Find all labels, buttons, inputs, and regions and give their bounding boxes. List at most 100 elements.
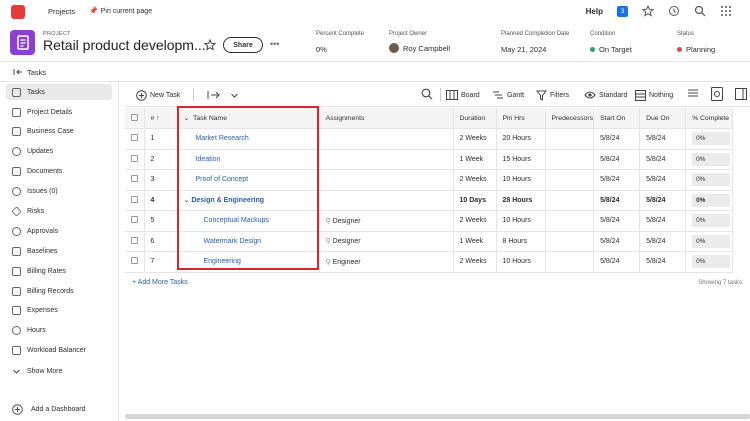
horizontal-scrollbar[interactable] [125, 414, 750, 419]
table-row[interactable]: 2 Ideation 1 Week 15 Hours 5/8/24 5/8/24 0% [125, 149, 734, 170]
settings-icon[interactable] [711, 87, 723, 101]
select-all-checkbox[interactable] [125, 108, 145, 129]
task-start-on[interactable]: 5/8/24 [593, 190, 641, 211]
column-header-duration[interactable]: Duration [453, 108, 497, 129]
task-percent-complete[interactable]: 0% [685, 210, 734, 232]
task-planned-hours[interactable]: 10 Hours [496, 251, 546, 273]
sidebar-show-more[interactable]: Show More [6, 363, 112, 379]
sidebar-item-workload-balancer[interactable]: Workload Balancer [6, 342, 112, 358]
task-percent-complete[interactable]: 0% [685, 231, 734, 252]
app-grid-icon[interactable] [720, 5, 732, 17]
view-standard-button[interactable]: Standard [584, 90, 627, 100]
task-assignment[interactable] [319, 149, 454, 170]
field-value[interactable]: On Target [599, 45, 632, 54]
export-button[interactable] [207, 90, 239, 100]
task-duration[interactable]: 2 Weeks [453, 128, 497, 150]
task-assignment[interactable]: ⚲ Designer [319, 231, 454, 252]
sidebar-item-updates[interactable]: Updates [6, 143, 112, 159]
task-start-on[interactable]: 5/8/24 [593, 128, 641, 150]
task-name[interactable]: Market Research [177, 128, 320, 150]
history-icon[interactable] [668, 5, 680, 17]
task-assignment[interactable]: ⚲ Engineer [319, 251, 454, 273]
task-planned-hours[interactable]: 8 Hours [496, 231, 546, 252]
column-header-assignments[interactable]: Assignments [319, 108, 454, 129]
task-due-on[interactable]: 5/8/24 [639, 210, 687, 232]
column-header-predecessors[interactable]: Predecessors [545, 108, 595, 129]
row-checkbox[interactable] [125, 128, 145, 150]
task-assignment[interactable] [319, 128, 454, 150]
task-percent-complete[interactable]: 0% [685, 169, 734, 191]
task-predecessors[interactable] [545, 251, 595, 273]
sidebar-item-hours[interactable]: Hours [6, 322, 112, 338]
task-predecessors[interactable] [545, 128, 595, 150]
column-header-due-on[interactable]: Due On [639, 108, 687, 129]
task-planned-hours[interactable]: 28 Hours [496, 190, 546, 211]
sidebar-item-business-case[interactable]: Business Case [6, 123, 112, 139]
search-icon[interactable] [694, 5, 706, 17]
task-duration[interactable]: 10 Days [453, 190, 497, 211]
task-due-on[interactable]: 5/8/24 [639, 190, 687, 211]
task-start-on[interactable]: 5/8/24 [593, 210, 641, 232]
sidebar-item-documents[interactable]: Documents [6, 163, 112, 179]
row-checkbox[interactable] [125, 210, 145, 232]
row-checkbox[interactable] [125, 149, 145, 170]
task-predecessors[interactable] [545, 149, 595, 170]
column-header-planned-hours[interactable]: Pln Hrs [496, 108, 546, 129]
column-header-task-name[interactable]: ⌄ Task Name [177, 108, 320, 129]
more-options-icon[interactable]: ••• [270, 39, 279, 49]
board-view-button[interactable]: Board [446, 90, 480, 100]
field-value[interactable]: Planning [686, 45, 715, 54]
column-header-start-on[interactable]: Start On [593, 108, 641, 129]
table-row[interactable]: 6 Watermark Design ⚲ Designer 1 Week 8 Hours… [125, 231, 734, 252]
sidebar-item-project-details[interactable]: Project Details [6, 104, 112, 120]
table-row[interactable]: 1 Market Research 2 Weeks 20 Hours 5/8/24 5/8… [125, 128, 734, 150]
table-row[interactable]: 4 ⌄ Design & Engineering 10 Days 28 Hours 5/… [125, 190, 734, 211]
task-predecessors[interactable] [545, 169, 595, 191]
pin-current-page-button[interactable]: 📌 Pin current page [89, 7, 152, 16]
task-predecessors[interactable] [545, 190, 595, 211]
sidebar-item-billing-records[interactable]: Billing Records [6, 283, 112, 299]
task-predecessors[interactable] [545, 231, 595, 252]
search-icon[interactable] [421, 88, 433, 100]
column-header-percent-complete[interactable]: % Complete [685, 108, 734, 129]
app-logo-icon[interactable] [11, 5, 25, 19]
task-assignment[interactable]: ⚲ Designer [319, 210, 454, 232]
nav-projects[interactable]: Projects [48, 7, 75, 16]
row-checkbox[interactable] [125, 169, 145, 191]
sidebar-item-expenses[interactable]: Expenses [6, 302, 112, 318]
task-start-on[interactable]: 5/8/24 [593, 251, 641, 273]
add-more-tasks-link[interactable]: + Add More Tasks [132, 279, 188, 286]
task-name[interactable]: Proof of Concept [177, 169, 320, 191]
collapse-sidebar-icon[interactable] [13, 68, 23, 76]
gantt-view-button[interactable]: Gantt [492, 90, 524, 100]
grouping-nothing-button[interactable]: Nothing [635, 90, 673, 101]
task-start-on[interactable]: 5/8/24 [593, 149, 641, 170]
task-due-on[interactable]: 5/8/24 [639, 231, 687, 252]
sidebar-item-approvals[interactable]: Approvals [6, 223, 112, 239]
task-duration[interactable]: 2 Weeks [453, 169, 497, 191]
task-start-on[interactable]: 5/8/24 [593, 231, 641, 252]
task-duration[interactable]: 1 Week [453, 231, 497, 252]
task-predecessors[interactable] [545, 210, 595, 232]
task-percent-complete[interactable]: 0% [685, 251, 734, 273]
task-percent-complete[interactable]: 0% [685, 190, 734, 211]
sidebar-item-baselines[interactable]: Baselines [6, 243, 112, 259]
task-duration[interactable]: 2 Weeks [453, 210, 497, 232]
task-assignment[interactable] [319, 190, 454, 211]
sidebar-item-billing-rates[interactable]: Billing Rates [6, 263, 112, 279]
row-checkbox[interactable] [125, 251, 145, 273]
task-duration[interactable]: 2 Weeks [453, 251, 497, 273]
task-start-on[interactable]: 5/8/24 [593, 169, 641, 191]
sidebar-item-tasks[interactable]: Tasks [6, 84, 112, 100]
task-assignment[interactable] [319, 169, 454, 191]
favorite-star-icon[interactable] [204, 39, 216, 51]
table-row[interactable]: 3 Proof of Concept 2 Weeks 10 Hours 5/8/24 5/… [125, 169, 734, 191]
help-button[interactable]: Help [586, 7, 603, 16]
list-icon[interactable] [687, 89, 699, 99]
task-name[interactable]: Conceptual Mackups [177, 210, 320, 232]
sidebar-item-issues[interactable]: Issues (0) [6, 183, 112, 199]
task-due-on[interactable]: 5/8/24 [639, 169, 687, 191]
task-name[interactable]: ⌄ Design & Engineering [177, 190, 320, 211]
task-planned-hours[interactable]: 10 Hours [496, 210, 546, 232]
task-due-on[interactable]: 5/8/24 [639, 251, 687, 273]
